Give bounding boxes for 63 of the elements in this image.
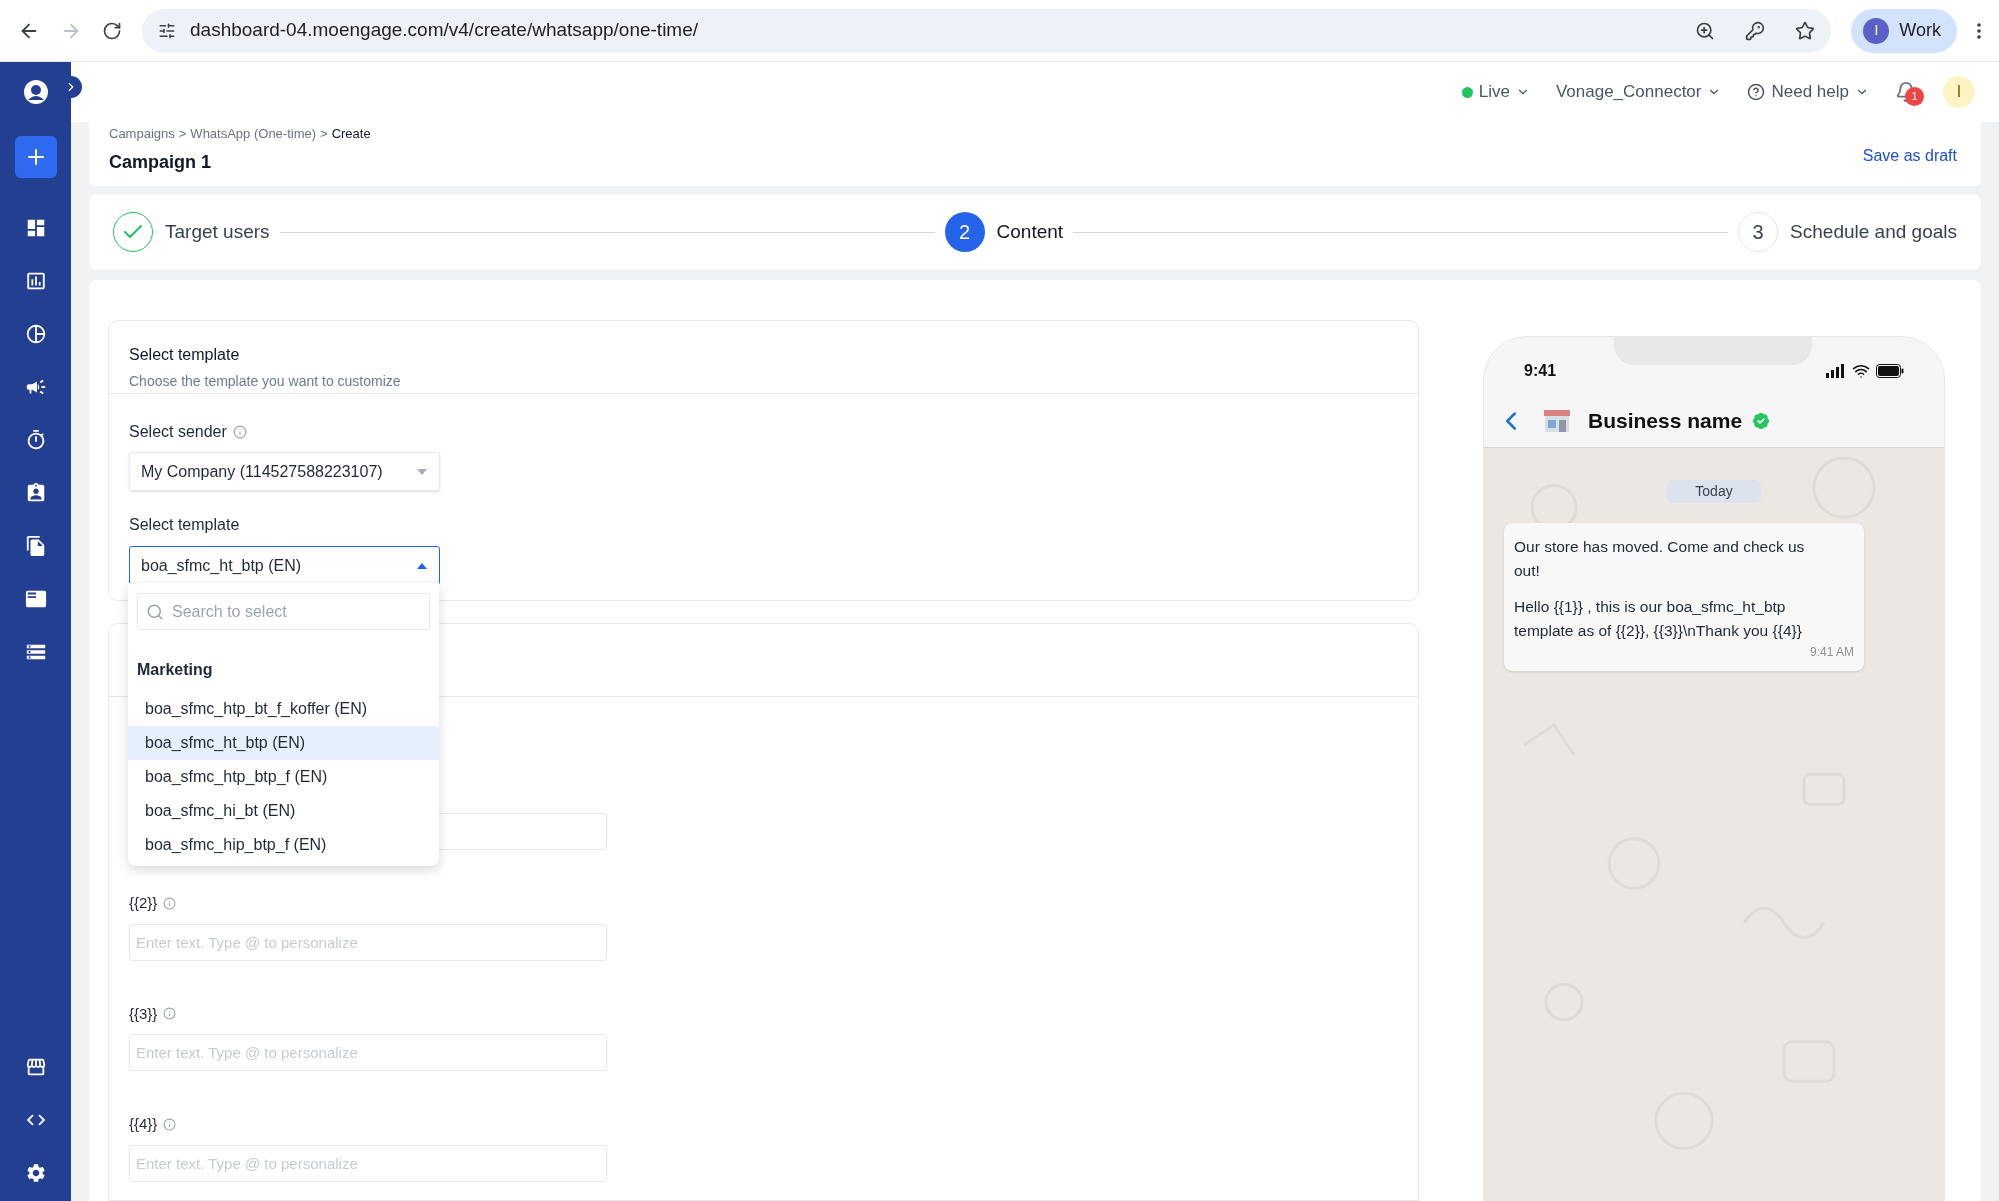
field-label: Select sender — [129, 422, 227, 442]
create-button[interactable] — [14, 136, 57, 178]
logo-icon — [21, 78, 50, 106]
profile-avatar: I — [1863, 17, 1890, 44]
step-label[interactable]: Target users — [165, 217, 270, 247]
variable-label: {{2}} — [129, 893, 158, 913]
campaign-title: Campaign 1 — [109, 151, 213, 174]
step-label[interactable]: Schedule and goals — [1790, 217, 1957, 247]
notification-count: 1 — [1905, 87, 1924, 106]
reload-button[interactable] — [102, 20, 122, 41]
message-text: Our store has moved. Come and check us out! — [1514, 537, 1806, 581]
variable-label: {{3}} — [129, 1003, 158, 1024]
date-chip: Today — [1667, 480, 1761, 503]
dropdown-option[interactable]: boa_sfmc_htp_btp_f (EN) — [128, 760, 439, 794]
profile-button[interactable]: I Work — [1851, 8, 1957, 53]
address-bar[interactable]: dashboard-04.moengage.com/v4/create/whatsapp/one-time/ — [142, 8, 1832, 53]
save-as-draft-link[interactable]: Save as draft — [1862, 144, 1957, 168]
user-avatar[interactable]: I — [1943, 76, 1975, 108]
site-settings-icon[interactable] — [158, 21, 176, 40]
variable-input[interactable]: Enter text. Type @ to personalize — [129, 1144, 607, 1182]
caret-icon — [416, 467, 428, 476]
breadcrumb-separator: > — [178, 124, 187, 143]
dropdown-search-field[interactable]: Search to select — [137, 593, 430, 630]
environment-selector[interactable]: Live — [1461, 79, 1530, 105]
business-name: Business name — [1588, 408, 1743, 434]
section-subtitle: Choose the template you want to customize — [129, 372, 402, 391]
breadcrumb-separator: > — [320, 124, 328, 143]
variable-label: {{4}} — [129, 1114, 158, 1134]
signal-icon — [1826, 364, 1846, 378]
sender-select[interactable]: My Company (114527588223107) — [129, 452, 440, 491]
help-icon — [1747, 83, 1766, 101]
breadcrumb-item: Create — [331, 124, 371, 143]
wifi-icon — [1852, 362, 1870, 380]
browser-menu-button[interactable] — [1977, 22, 1981, 39]
step-number: 2 — [944, 212, 985, 252]
bookmark-star-icon[interactable] — [1795, 20, 1816, 41]
zoom-icon[interactable] — [1695, 20, 1716, 41]
url-text: dashboard-04.moengage.com/v4/create/whatsapp/one-time/ — [190, 18, 700, 43]
phone-clock: 9:41 — [1524, 361, 1557, 381]
caret-icon — [416, 561, 428, 570]
search-icon — [146, 602, 164, 621]
dropdown-option[interactable]: boa_sfmc_ht_btp (EN) — [128, 726, 439, 760]
breadcrumb-item[interactable]: WhatsApp (One-time) — [190, 123, 317, 143]
dropdown-option[interactable]: boa_sfmc_hi_bt (EN) — [128, 794, 439, 828]
store-avatar-icon — [1542, 407, 1572, 434]
variable-input[interactable]: Enter text. Type @ to personalize — [129, 923, 607, 961]
dropdown-option[interactable]: boa_sfmc_htp_bt_f_koffer (EN) — [128, 692, 439, 726]
section-title: Select template — [129, 345, 241, 365]
workspace-selector[interactable]: Vonage_Connector — [1555, 79, 1722, 105]
message-text: Hello {{1}} , this is our boa_sfmc_ht_btp template as of {{2}}, {{3}}\nThank you {{4}} — [1514, 597, 1803, 641]
message-time: 9:41 AM — [1809, 644, 1854, 661]
step-label[interactable]: Content — [996, 217, 1064, 247]
key-icon[interactable] — [1745, 20, 1766, 41]
dropdown-search-input[interactable]: Search to select — [172, 599, 421, 624]
help-menu[interactable]: Need help — [1747, 79, 1869, 105]
dropdown-option[interactable]: boa_sfmc_hip_btp_f (EN) — [128, 828, 439, 862]
option-group-label: Marketing — [136, 660, 214, 680]
profile-label: Work — [1899, 19, 1941, 42]
kebab-icon — [1977, 22, 1981, 39]
breadcrumb-item[interactable]: Campaigns — [109, 123, 175, 143]
field-label: Select template — [129, 515, 241, 535]
variable-input[interactable]: Enter text. Type @ to personalize — [129, 1034, 607, 1071]
battery-icon — [1876, 364, 1904, 378]
